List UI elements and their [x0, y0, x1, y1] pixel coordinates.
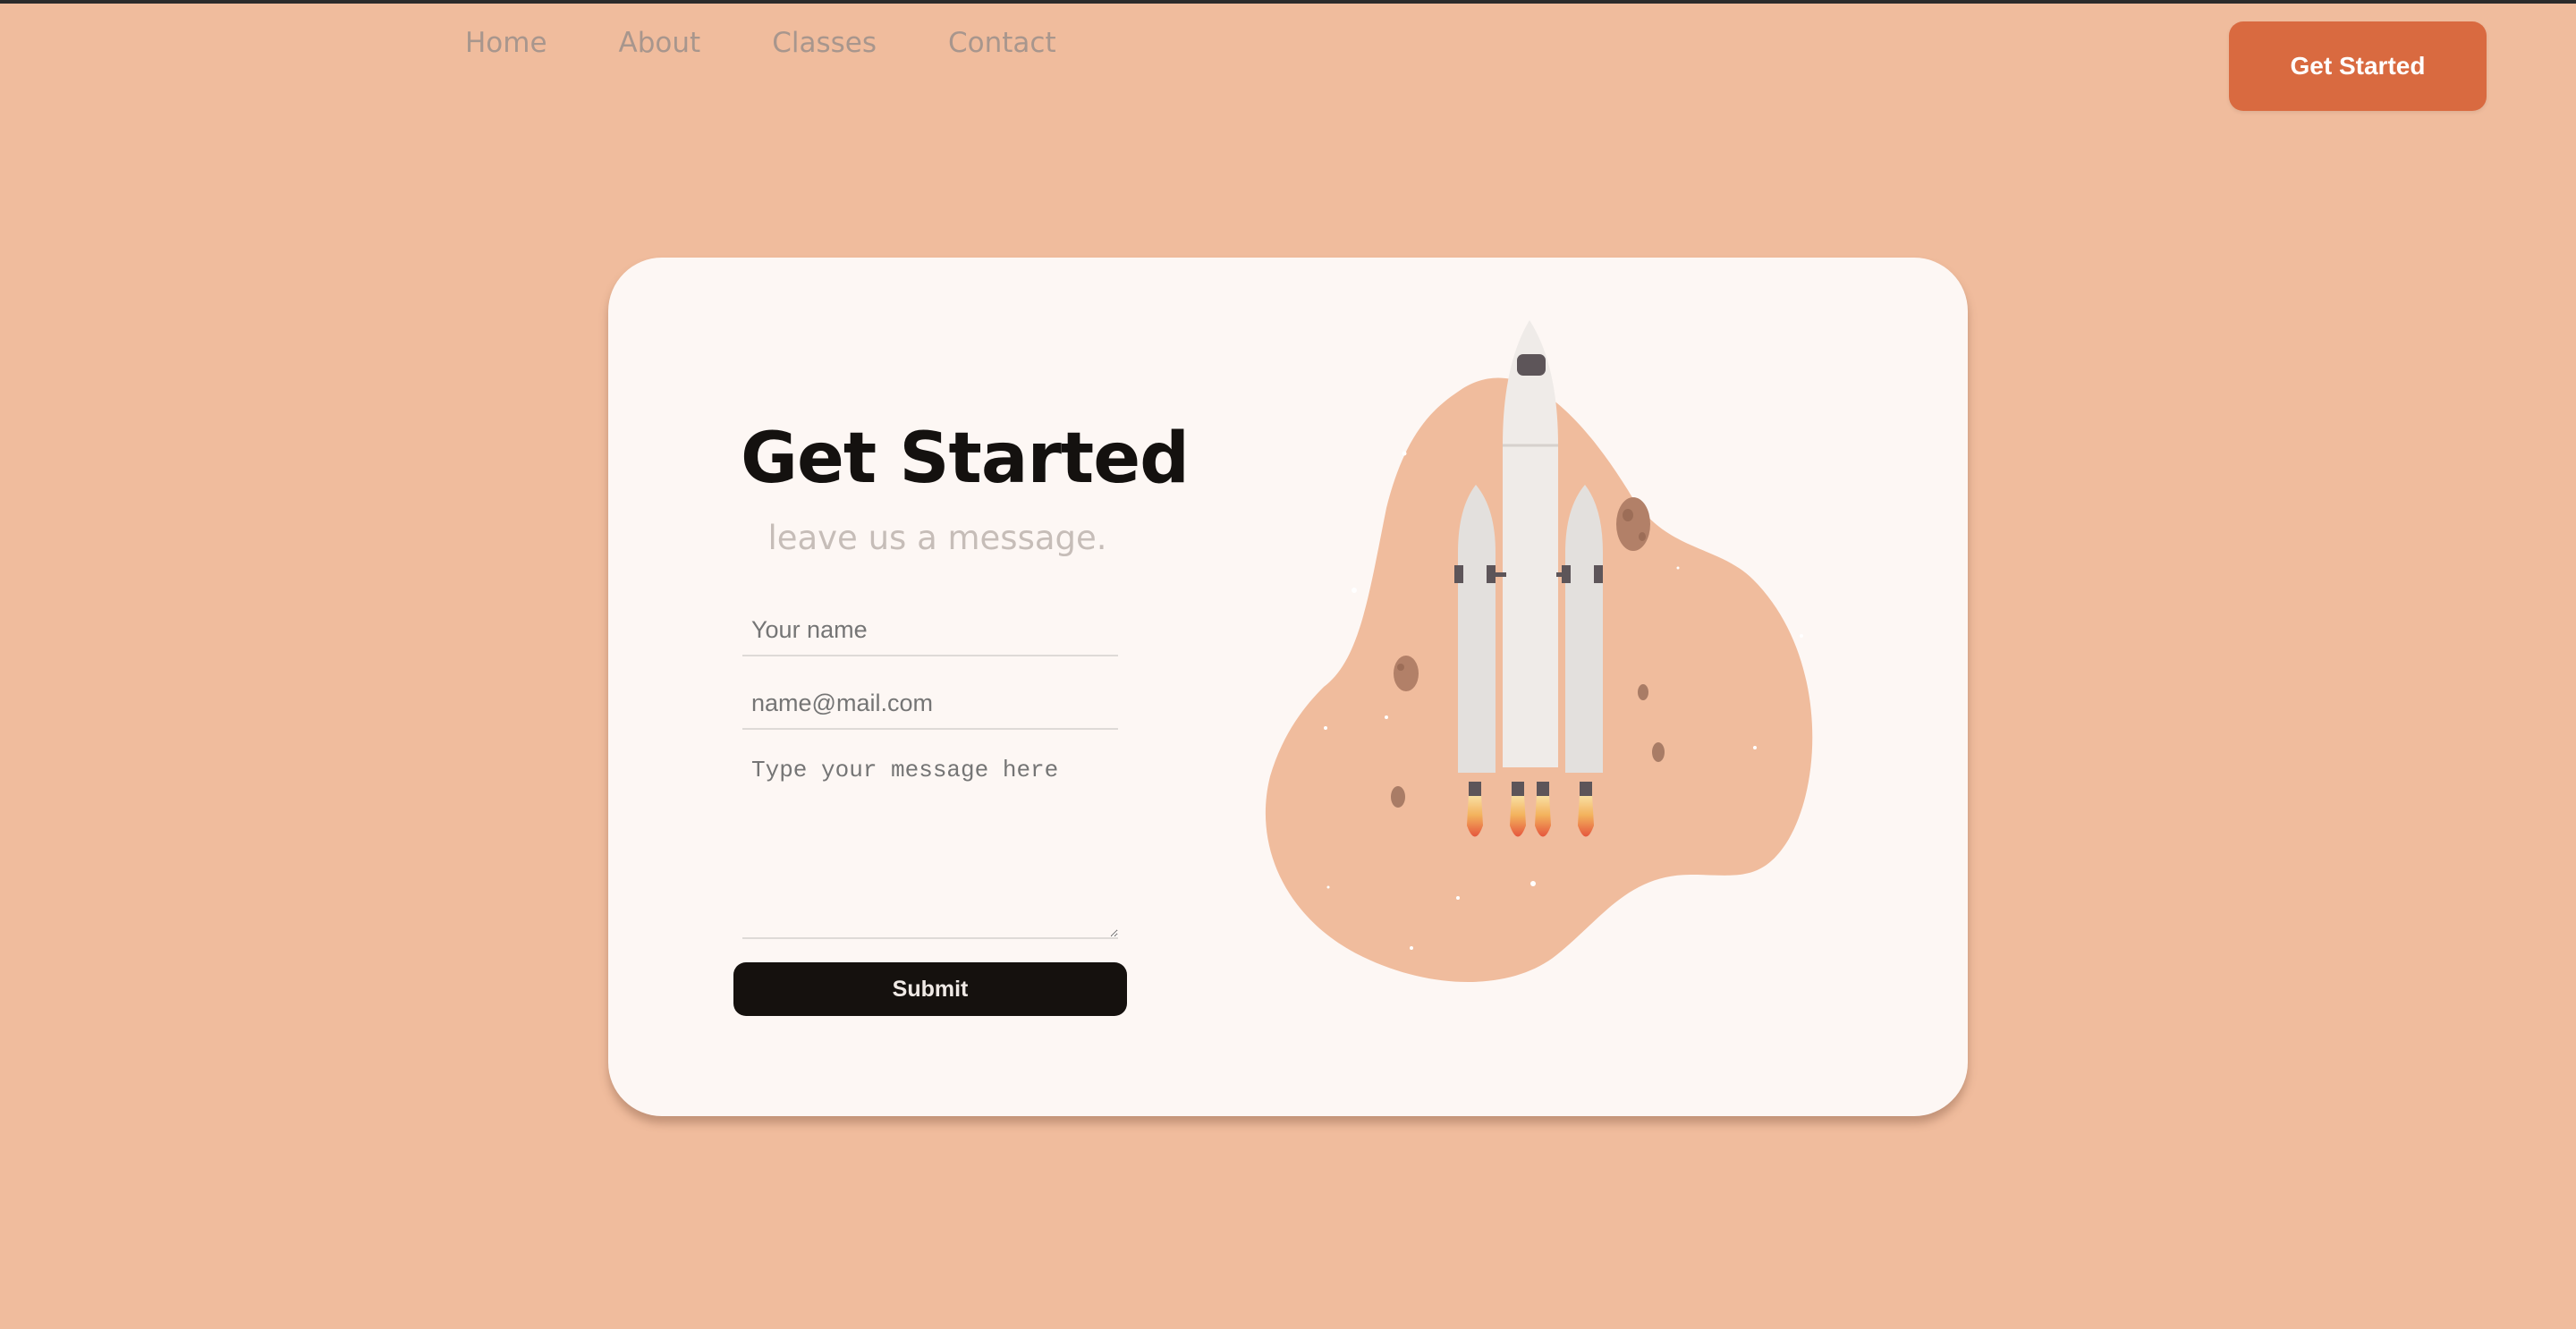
nav-home-link[interactable]: Home	[465, 27, 547, 59]
top-nav: Home About Classes Contact	[465, 27, 1056, 59]
get-started-button[interactable]: Get Started	[2229, 21, 2487, 111]
form-title: Get Started	[741, 419, 1190, 499]
contact-card: Get Started leave us a message. Submit	[608, 258, 1968, 1116]
nav-about-link[interactable]: About	[619, 27, 701, 59]
top-border	[0, 0, 2576, 4]
rocket-illustration	[1265, 320, 1813, 982]
email-field[interactable]	[742, 678, 1118, 730]
name-field[interactable]	[742, 605, 1118, 656]
nav-classes-link[interactable]: Classes	[772, 27, 877, 59]
submit-button[interactable]: Submit	[733, 962, 1127, 1016]
nav-contact-link[interactable]: Contact	[948, 27, 1056, 59]
form-subtitle: leave us a message.	[767, 519, 1107, 557]
message-field[interactable]	[742, 751, 1118, 939]
